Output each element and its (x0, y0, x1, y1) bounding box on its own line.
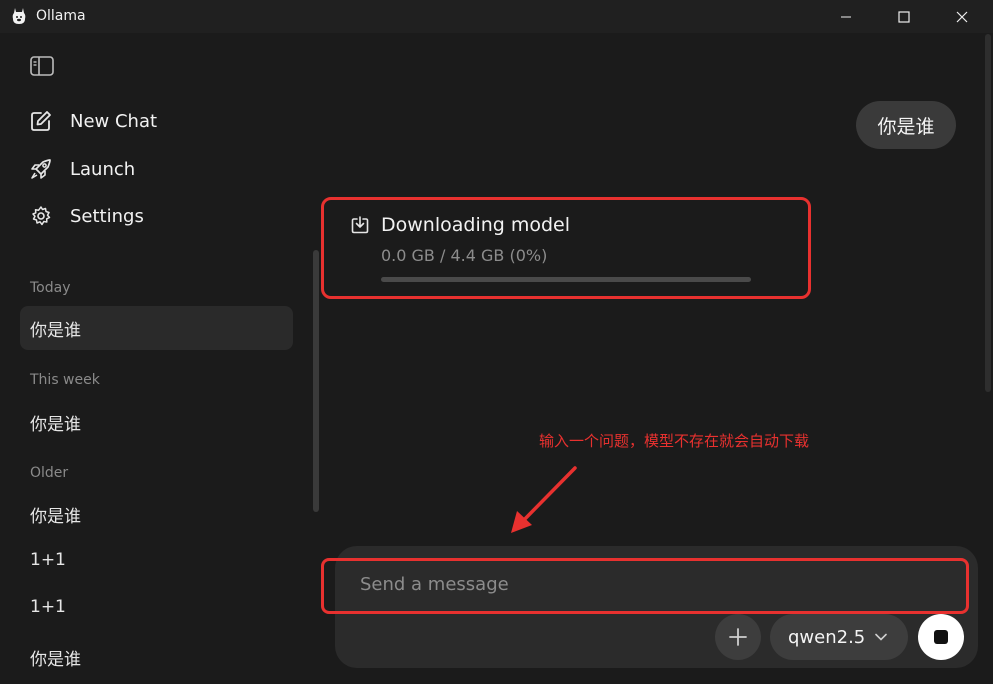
settings-button[interactable]: Settings (30, 202, 144, 230)
annotation-arrow-icon (511, 466, 577, 533)
rocket-icon (31, 159, 51, 179)
download-progress-card: Downloading model 0.0 GB / 4.4 GB (0%) (321, 197, 811, 299)
annotation-text: 输入一个问题，模型不存在就会自动下载 (539, 432, 810, 450)
edit-icon (31, 111, 51, 131)
chat-history-item[interactable]: 1+1 (30, 597, 66, 617)
launch-label: Launch (70, 158, 136, 180)
sidebar-scrollbar[interactable] (313, 250, 319, 512)
chat-history-item-label: 你是谁 (30, 320, 81, 341)
launch-button[interactable]: Launch (30, 155, 135, 183)
close-icon (956, 11, 968, 22)
chat-history-item[interactable]: 1+1 (30, 550, 66, 570)
maximize-icon (898, 10, 910, 23)
message-input-highlight (321, 558, 969, 614)
maximize-button[interactable] (874, 0, 934, 33)
model-selector[interactable]: qwen2.5 (770, 614, 908, 660)
gear-icon (32, 206, 51, 226)
conversation-scrollbar[interactable] (985, 34, 991, 392)
sidebar: New Chat Launch Settings Today 你是谁 This … (0, 33, 319, 684)
new-chat-label: New Chat (70, 110, 158, 132)
title-bar: Ollama (0, 0, 993, 33)
download-status: 0.0 GB / 4.4 GB (0%) (381, 246, 548, 265)
section-this-week-label: This week (30, 372, 100, 388)
window-title: Ollama (36, 8, 86, 24)
sidebar-toggle-icon[interactable] (30, 56, 54, 76)
add-attachment-button[interactable] (715, 614, 761, 660)
settings-label: Settings (70, 205, 144, 227)
chat-history-item[interactable]: 你是谁 (20, 306, 293, 350)
minimize-icon (841, 16, 851, 17)
minimize-button[interactable] (816, 0, 876, 33)
section-today-label: Today (30, 280, 71, 296)
download-title: Downloading model (381, 214, 571, 236)
section-older-label: Older (30, 465, 69, 481)
chevron-down-icon (875, 633, 888, 641)
stop-icon (934, 630, 948, 644)
user-message-bubble: 你是谁 (856, 101, 956, 149)
download-progress-bar (381, 277, 751, 282)
new-chat-button[interactable]: New Chat (30, 107, 157, 135)
user-message-text: 你是谁 (877, 115, 935, 138)
chat-history-item[interactable]: 你是谁 (30, 502, 81, 527)
ollama-logo-icon (12, 8, 26, 24)
chat-history-item[interactable]: 你是谁 (30, 410, 81, 435)
close-button[interactable] (932, 0, 992, 33)
chat-history-item[interactable]: 你是谁 (30, 645, 81, 670)
download-icon (351, 216, 369, 234)
plus-icon (729, 628, 747, 646)
stop-button[interactable] (918, 614, 964, 660)
model-selector-label: qwen2.5 (788, 626, 866, 648)
